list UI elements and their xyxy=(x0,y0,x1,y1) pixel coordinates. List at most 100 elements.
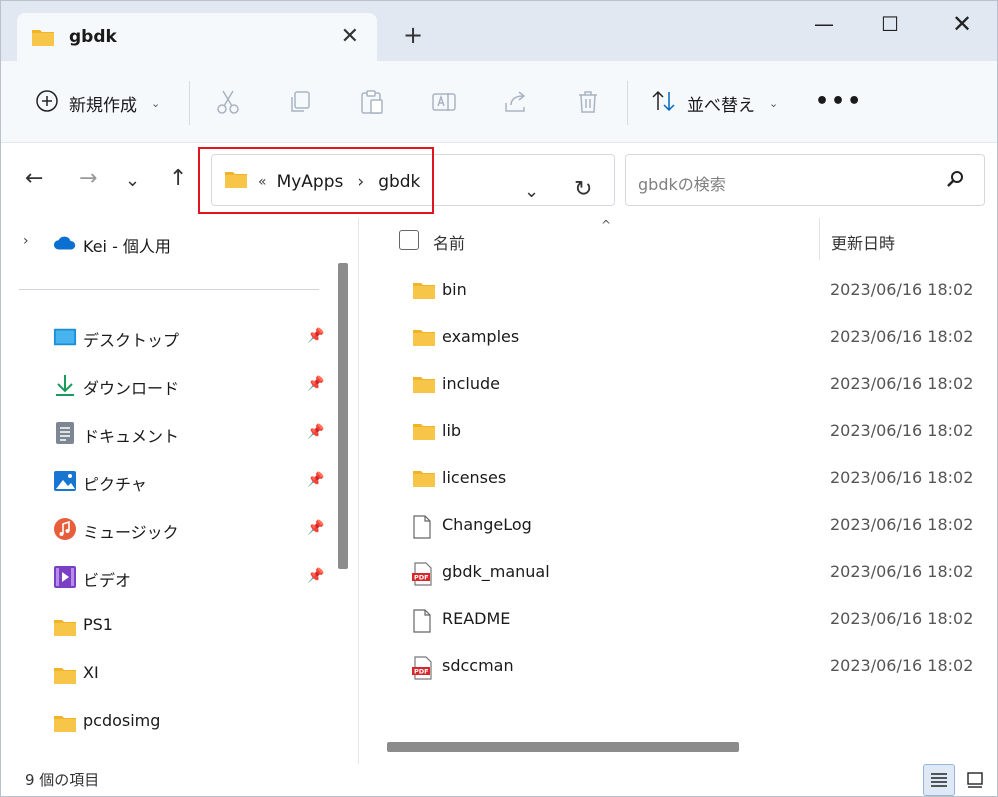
pin-icon[interactable]: 📌 xyxy=(307,376,324,392)
file-row-readme[interactable]: README 2023/06/16 18:02 xyxy=(359,596,997,643)
file-row-lib[interactable]: lib 2023/06/16 18:02 xyxy=(359,408,997,455)
file-modified-date: 2023/06/16 18:02 xyxy=(830,609,974,628)
file-modified-date: 2023/06/16 18:02 xyxy=(830,515,974,534)
pin-icon[interactable]: 📌 xyxy=(307,328,324,344)
new-button[interactable]: 新規作成 ⌄ xyxy=(35,89,160,118)
file-name: sdccman xyxy=(442,656,514,675)
tab-close-icon[interactable]: ✕ xyxy=(341,24,359,49)
sort-ascending-icon: ^ xyxy=(601,218,612,232)
minimize-button[interactable]: — xyxy=(801,9,847,39)
video-icon xyxy=(53,565,77,589)
forward-arrow-icon[interactable]: → xyxy=(79,166,97,191)
more-options-button[interactable]: ••• xyxy=(815,89,863,114)
sidebar-item-pictures[interactable]: ピクチャ 📌 xyxy=(1,460,333,502)
file-modified-date: 2023/06/16 18:02 xyxy=(830,280,974,299)
address-bar[interactable]: « MyApps › gbdk ⌄ ↻ xyxy=(211,154,615,206)
tab-gbdk[interactable]: gbdk ✕ xyxy=(17,13,377,61)
pin-icon[interactable]: 📌 xyxy=(307,568,324,584)
cut-icon[interactable] xyxy=(215,89,241,115)
sidebar-item-onedrive[interactable]: › Kei - 個人用 xyxy=(1,222,333,264)
file-explorer-window: gbdk ✕ + — ☐ ✕ 新規作成 ⌄ 並べ替え ⌄ ••• ← → ⌄ ↑… xyxy=(0,0,998,797)
sidebar-scrollbar[interactable] xyxy=(338,263,348,569)
expand-chevron-icon[interactable]: › xyxy=(23,233,29,249)
folder-icon xyxy=(412,468,436,492)
search-input[interactable]: gbdkの検索 xyxy=(625,154,985,206)
close-window-button[interactable]: ✕ xyxy=(939,9,985,39)
new-tab-button[interactable]: + xyxy=(403,21,423,49)
file-modified-date: 2023/06/16 18:02 xyxy=(830,468,974,487)
folder-icon xyxy=(412,280,436,304)
svg-text:PDF: PDF xyxy=(414,668,429,676)
item-count: 9 個の項目 xyxy=(25,771,100,789)
file-name: bin xyxy=(442,280,467,299)
large-icons-view-icon[interactable] xyxy=(959,764,991,796)
copy-icon[interactable] xyxy=(287,89,313,115)
sidebar-item-music[interactable]: ミュージック 📌 xyxy=(1,508,333,550)
maximize-button[interactable]: ☐ xyxy=(867,9,913,39)
file-row-bin[interactable]: bin 2023/06/16 18:02 xyxy=(359,267,997,314)
paste-icon[interactable] xyxy=(359,89,385,115)
column-header-date[interactable]: 更新日時 xyxy=(831,230,895,254)
sidebar-item-downloads[interactable]: ダウンロード 📌 xyxy=(1,364,333,406)
back-arrow-icon[interactable]: ← xyxy=(25,166,43,191)
folder-icon xyxy=(412,327,436,351)
tab-title: gbdk xyxy=(69,27,117,47)
overflow-chevron-icon[interactable]: « xyxy=(258,174,267,190)
sidebar-item-documents[interactable]: ドキュメント 📌 xyxy=(1,412,333,454)
recent-locations-chevron-icon[interactable]: ⌄ xyxy=(125,170,140,191)
document-icon xyxy=(53,421,77,445)
divider xyxy=(189,81,190,125)
search-placeholder: gbdkの検索 xyxy=(638,175,726,194)
sidebar-item-pcdosimg[interactable]: pcdosimg xyxy=(1,700,333,742)
sidebar-item-videos[interactable]: ビデオ 📌 xyxy=(1,556,333,598)
sort-button[interactable]: 並べ替え ⌄ xyxy=(651,89,778,118)
chevron-down-icon: ⌄ xyxy=(151,97,161,110)
share-icon[interactable] xyxy=(503,89,529,115)
sidebar-item-label: ミュージック xyxy=(83,523,179,542)
column-resize-handle[interactable] xyxy=(819,218,820,260)
file-row-changelog[interactable]: ChangeLog 2023/06/16 18:02 xyxy=(359,502,997,549)
file-name: licenses xyxy=(442,468,507,487)
file-row-sdccman[interactable]: PDF sdccman 2023/06/16 18:02 xyxy=(359,643,997,690)
folder-icon xyxy=(53,711,77,735)
sidebar-item-desktop[interactable]: デスクトップ 📌 xyxy=(1,316,333,358)
rename-icon[interactable] xyxy=(431,89,457,115)
sidebar-item-label: ダウンロード xyxy=(83,379,180,398)
breadcrumb-myapps[interactable]: MyApps xyxy=(277,172,344,192)
search-icon[interactable] xyxy=(946,169,966,193)
pictures-icon xyxy=(53,469,77,493)
sort-icon xyxy=(651,89,677,118)
file-name: lib xyxy=(442,421,462,440)
details-view-icon[interactable] xyxy=(923,764,955,796)
horizontal-scrollbar[interactable] xyxy=(387,742,739,752)
file-icon xyxy=(412,609,432,637)
file-row-examples[interactable]: examples 2023/06/16 18:02 xyxy=(359,314,997,361)
up-arrow-icon[interactable]: ↑ xyxy=(169,166,187,191)
folder-icon xyxy=(31,27,55,51)
column-header-name[interactable]: 名前 xyxy=(433,230,465,254)
sidebar-item-xi[interactable]: XI xyxy=(1,652,333,694)
sidebar-item-label: ビデオ xyxy=(83,571,132,590)
file-name: gbdk_manual xyxy=(442,562,550,581)
file-name: ChangeLog xyxy=(442,515,532,534)
pin-icon[interactable]: 📌 xyxy=(307,472,324,488)
select-all-checkbox[interactable] xyxy=(399,230,419,250)
music-icon xyxy=(53,517,77,541)
sort-button-label: 並べ替え xyxy=(687,96,755,116)
cloud-icon xyxy=(53,231,77,255)
file-row-include[interactable]: include 2023/06/16 18:02 xyxy=(359,361,997,408)
sidebar-item-ps1[interactable]: PS1 xyxy=(1,604,333,646)
file-row-gbdk_manual[interactable]: PDF gbdk_manual 2023/06/16 18:02 xyxy=(359,549,997,596)
delete-icon[interactable] xyxy=(575,89,601,115)
refresh-icon[interactable]: ↻ xyxy=(574,177,592,202)
address-dropdown-icon[interactable]: ⌄ xyxy=(524,181,539,202)
status-bar: 9 個の項目 xyxy=(1,764,997,796)
folder-icon xyxy=(412,374,436,398)
breadcrumb-separator-icon[interactable]: › xyxy=(357,172,364,192)
pin-icon[interactable]: 📌 xyxy=(307,424,324,440)
pin-icon[interactable]: 📌 xyxy=(307,520,324,536)
breadcrumb-gbdk[interactable]: gbdk xyxy=(378,172,420,192)
file-row-licenses[interactable]: licenses 2023/06/16 18:02 xyxy=(359,455,997,502)
file-list: ^ 名前 更新日時 bin 2023/06/16 18:02 examples 202… xyxy=(359,218,997,764)
sidebar-divider xyxy=(19,289,319,290)
